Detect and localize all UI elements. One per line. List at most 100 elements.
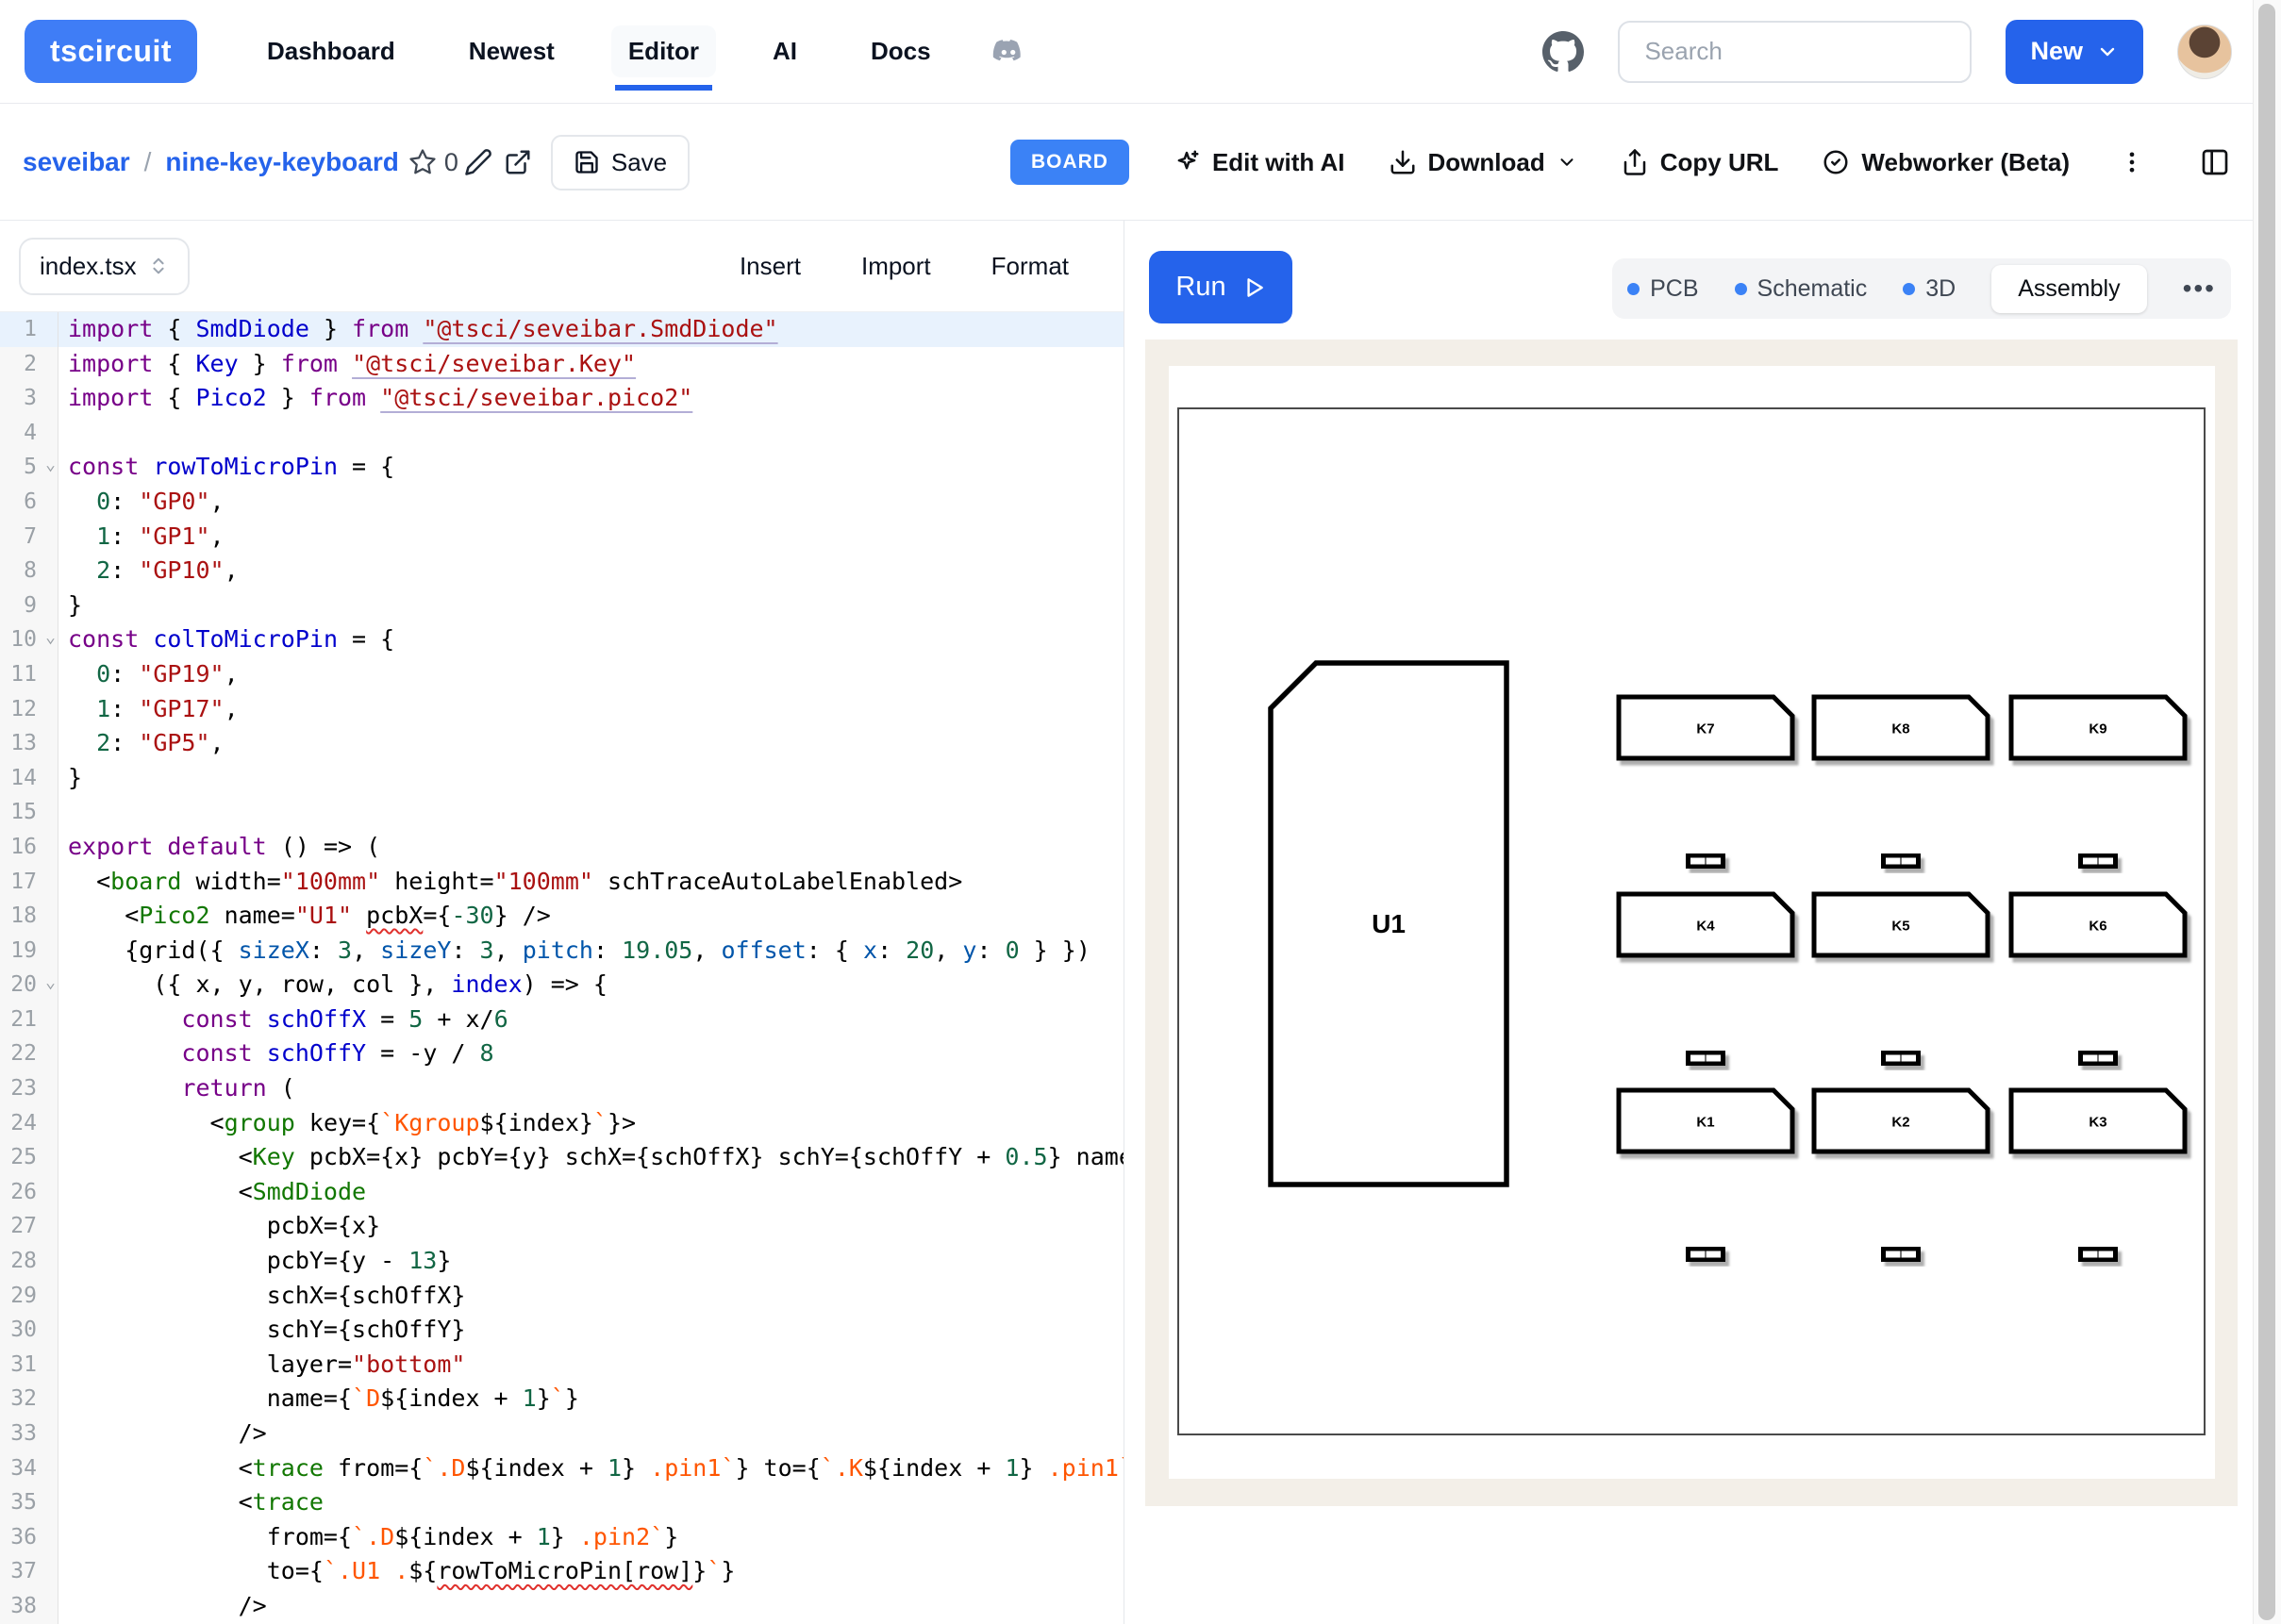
code-line[interactable]: 35 <trace [0,1485,1124,1520]
edit-with-ai-button[interactable]: Edit with AI [1173,148,1345,177]
code-line[interactable]: 3import { Pico2 } from "@tsci/seveibar.p… [0,381,1124,416]
menu-import[interactable]: Import [861,252,931,281]
code-line[interactable]: 17 <board width="100mm" height="100mm" s… [0,865,1124,900]
code-line[interactable]: 9} [0,588,1124,623]
code-line[interactable]: 14} [0,761,1124,796]
code-line[interactable]: 21 const schOffX = 5 + x/6 [0,1003,1124,1037]
code-line[interactable]: 2import { Key } from "@tsci/seveibar.Key… [0,347,1124,382]
code-line[interactable]: 33 /> [0,1417,1124,1451]
code-line[interactable]: 36 from={`.D${index + 1} .pin2`} [0,1520,1124,1555]
nav-item-editor[interactable]: Editor [611,25,716,77]
toggle-panel-button[interactable] [2194,141,2236,183]
webworker-button[interactable]: Webworker (Beta) [1822,148,2070,177]
diode-footprint[interactable] [1881,853,1921,869]
code-line[interactable]: 13 2: "GP5", [0,726,1124,761]
diode-footprint[interactable] [2078,853,2118,869]
code-line[interactable]: 6 0: "GP0", [0,485,1124,520]
rename-button[interactable] [458,142,498,182]
code-line[interactable]: 30 schY={schOffY} [0,1313,1124,1348]
code-line[interactable]: 31 layer="bottom" [0,1348,1124,1383]
line-number: 13 [10,726,37,761]
code-line[interactable]: 5⌄const rowToMicroPin = { [0,450,1124,485]
code-line[interactable]: 27 pcbX={x} [0,1209,1124,1244]
code-line[interactable]: 26 <SmdDiode [0,1175,1124,1210]
user-avatar[interactable] [2177,25,2232,79]
menu-format[interactable]: Format [991,252,1069,281]
code-line[interactable]: 29 schX={schOffX} [0,1279,1124,1314]
code-line[interactable]: 16export default () => ( [0,830,1124,865]
code-line[interactable]: 15 [0,795,1124,830]
fold-toggle-icon[interactable]: ⌄ [45,966,56,1001]
tab-pcb[interactable]: PCB [1627,275,1698,303]
nav-item-ai[interactable]: AI [756,25,814,77]
code-line[interactable]: 28 pcbY={y - 13} [0,1244,1124,1279]
code-line[interactable]: 38 /> [0,1589,1124,1624]
key-k1[interactable]: K1 [1619,1090,1792,1152]
code-line[interactable]: 23 return ( [0,1071,1124,1106]
key-k7[interactable]: K7 [1619,697,1792,758]
star-count-group[interactable]: 0 [408,148,458,177]
assembly-canvas[interactable]: U1 K7 K8 K9 K4 K5 K6 K1 K2 K3 [1145,340,2238,1506]
code-line[interactable]: 34 <trace from={`.D${index + 1} .pin1`} … [0,1451,1124,1486]
code-line[interactable]: 8 2: "GP10", [0,554,1124,588]
key-k8[interactable]: K8 [1814,697,1988,758]
scrollbar-thumb[interactable] [2258,4,2275,1620]
open-external-button[interactable] [498,142,538,182]
diode-footprint[interactable] [1686,1051,1725,1066]
download-button[interactable]: Download [1389,148,1577,177]
diode-footprint[interactable] [1881,1247,1921,1262]
tab-assembly[interactable]: Assembly [1991,265,2146,313]
fold-toggle-icon[interactable]: ⌄ [45,621,56,655]
code-line[interactable]: 12 1: "GP17", [0,692,1124,727]
code-lines[interactable]: 1import { SmdDiode } from "@tsci/seveiba… [0,312,1124,1624]
code-line[interactable]: 4 [0,416,1124,451]
code-line[interactable]: 20⌄ ({ x, y, row, col }, index) => { [0,968,1124,1003]
fold-toggle-icon[interactable]: ⌄ [45,448,56,483]
diode-footprint[interactable] [1686,853,1725,869]
key-k9[interactable]: K9 [2011,697,2185,758]
board-badge[interactable]: BOARD [1010,140,1129,185]
code-line[interactable]: 25 <Key pcbX={x} pcbY={y} schX={schOffX}… [0,1140,1124,1175]
menu-insert[interactable]: Insert [740,252,801,281]
key-k4[interactable]: K4 [1619,894,1792,955]
code-line[interactable]: 32 name={`D${index + 1}`} [0,1382,1124,1417]
code-line[interactable]: 19 {grid({ sizeX: 3, sizeY: 3, pitch: 19… [0,934,1124,969]
more-menu-button[interactable] [2113,143,2151,181]
code-line[interactable]: 18 <Pico2 name="U1" pcbX={-30} /> [0,899,1124,934]
code-line[interactable]: 37 to={`.U1 .${rowToMicroPin[row]}`} [0,1554,1124,1589]
code-line[interactable]: 24 <group key={`Kgroup${index}`}> [0,1106,1124,1141]
tabs-more-button[interactable]: ••• [2183,273,2216,304]
copy-url-button[interactable]: Copy URL [1621,148,1779,177]
tscircuit-logo[interactable]: tscircuit [25,20,197,83]
diode-footprint[interactable] [2078,1051,2118,1066]
run-button[interactable]: Run [1149,251,1292,323]
nav-item-dashboard[interactable]: Dashboard [250,25,412,77]
diode-footprint[interactable] [1686,1247,1725,1262]
breadcrumb-user-link[interactable]: seveibar [23,147,130,177]
key-k6[interactable]: K6 [2011,894,2185,955]
code-line[interactable]: 22 const schOffY = -y / 8 [0,1036,1124,1071]
discord-icon[interactable] [988,31,1029,73]
code-line[interactable]: 11 0: "GP19", [0,657,1124,692]
code-line[interactable]: 10⌄const colToMicroPin = { [0,622,1124,657]
nav-item-newest[interactable]: Newest [452,25,572,77]
new-button[interactable]: New [2006,20,2143,84]
tab-3d[interactable]: 3D [1903,275,1956,303]
search-input[interactable] [1618,21,1972,83]
key-k3[interactable]: K3 [2011,1090,2185,1152]
page-scrollbar[interactable] [2253,0,2281,1624]
code-line[interactable]: 1import { SmdDiode } from "@tsci/seveiba… [0,312,1124,347]
tab-schematic[interactable]: Schematic [1735,275,1868,303]
line-number: 32 [10,1382,37,1417]
key-k2[interactable]: K2 [1814,1090,1988,1152]
u1-component[interactable]: U1 [1271,663,1507,1185]
nav-item-docs[interactable]: Docs [854,25,948,77]
key-k5[interactable]: K5 [1814,894,1988,955]
code-line[interactable]: 7 1: "GP1", [0,520,1124,555]
diode-footprint[interactable] [1881,1051,1921,1066]
breadcrumb-project-link[interactable]: nine-key-keyboard [165,147,398,177]
save-button[interactable]: Save [551,135,690,191]
diode-footprint[interactable] [2078,1247,2118,1262]
file-selector[interactable]: index.tsx [19,238,190,295]
github-icon[interactable] [1542,31,1584,73]
